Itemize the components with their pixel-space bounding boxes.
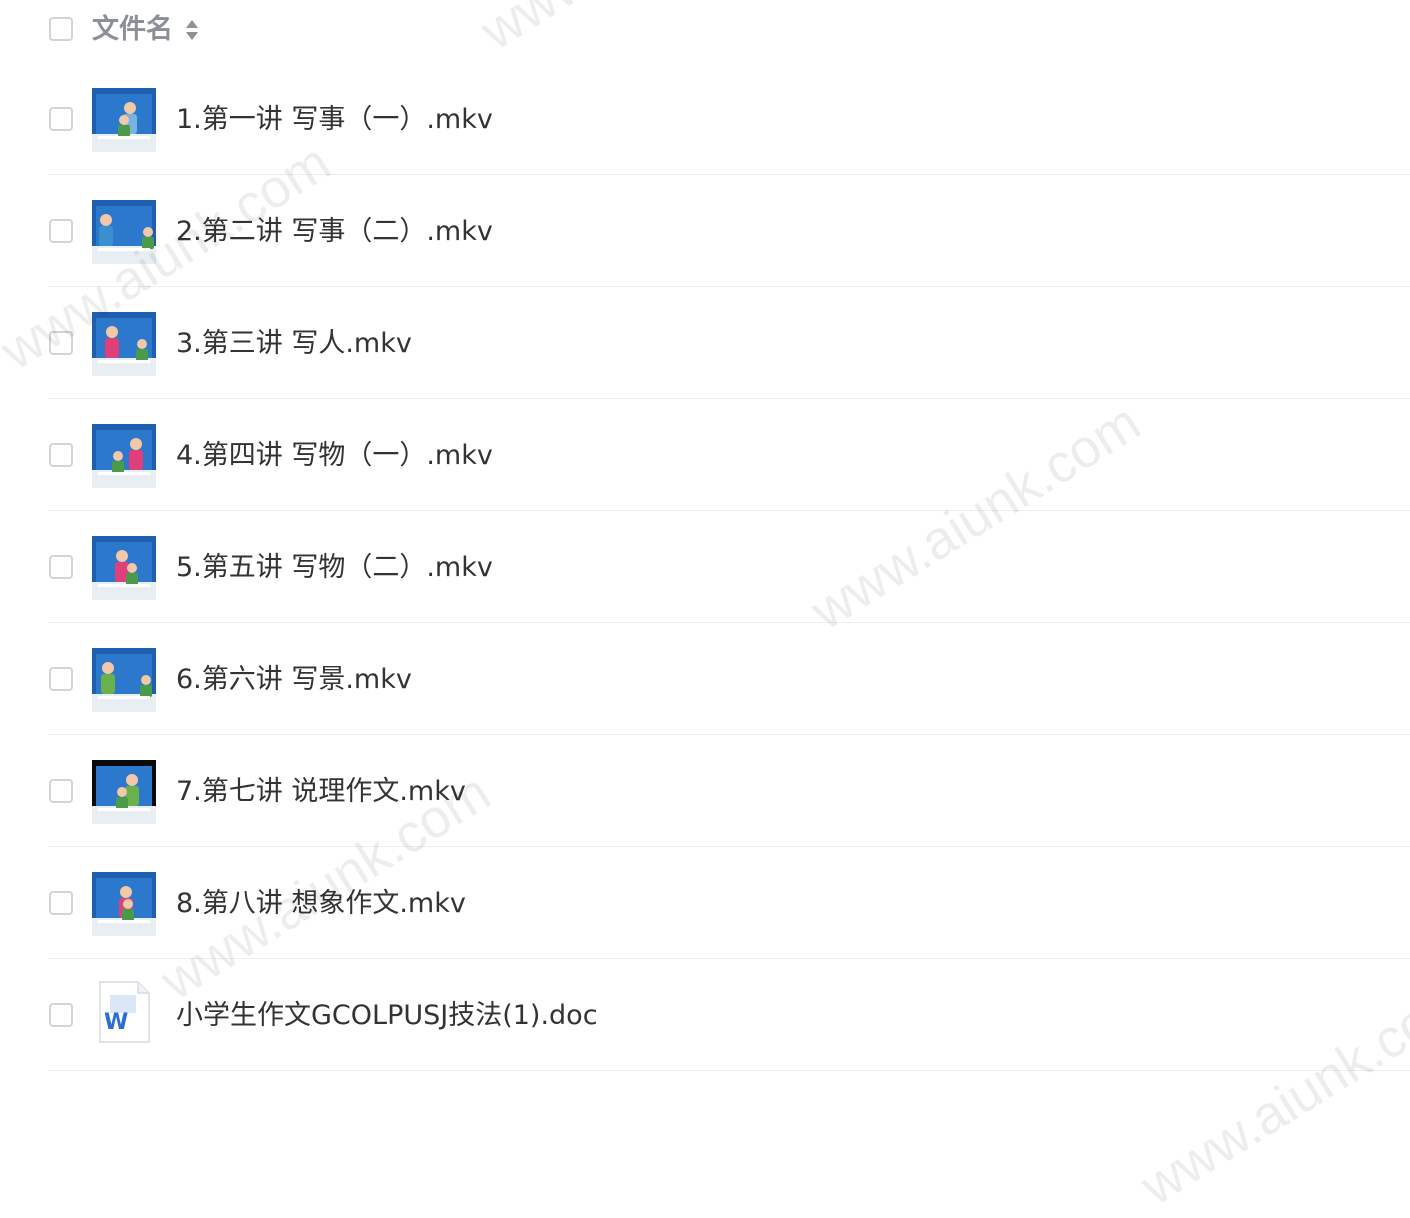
video-thumbnail[interactable] (92, 760, 156, 824)
file-name[interactable]: 2.第二讲 写事（二）.mkv (176, 212, 493, 252)
row-checkbox[interactable] (49, 219, 73, 243)
video-thumbnail[interactable] (92, 424, 156, 488)
file-name[interactable]: 6.第六讲 写景.mkv (176, 660, 412, 700)
row-checkbox[interactable] (49, 443, 73, 467)
row-checkbox[interactable] (49, 331, 73, 355)
file-name[interactable]: 8.第八讲 想象作文.mkv (176, 884, 466, 924)
row-checkbox[interactable] (49, 107, 73, 131)
file-name[interactable]: 4.第四讲 写物（一）.mkv (176, 436, 493, 476)
file-list-header: 文件名 (0, 0, 1410, 62)
file-row[interactable]: 3.第三讲 写人.mkv (48, 287, 1410, 399)
file-row[interactable]: 1.第一讲 写事（一）.mkv (48, 63, 1410, 175)
video-thumbnail[interactable] (92, 88, 156, 152)
video-thumbnail[interactable] (92, 872, 156, 936)
row-checkbox[interactable] (49, 667, 73, 691)
video-thumbnail[interactable] (92, 312, 156, 376)
file-name[interactable]: 3.第三讲 写人.mkv (176, 324, 412, 364)
file-row[interactable]: 7.第七讲 说理作文.mkv (48, 735, 1410, 847)
file-list: 1.第一讲 写事（一）.mkv 2.第二讲 写事（二）.mkv 3.第三讲 写人.m… (0, 63, 1410, 1071)
svg-text:W: W (104, 1010, 128, 1035)
row-checkbox[interactable] (49, 891, 73, 915)
file-row[interactable]: W 小学生作文GCOLPUSJ技法(1).doc (48, 959, 1410, 1071)
file-row[interactable]: 6.第六讲 写景.mkv (48, 623, 1410, 735)
file-name[interactable]: 1.第一讲 写事（一）.mkv (176, 100, 493, 140)
video-thumbnail[interactable] (92, 648, 156, 712)
file-name[interactable]: 5.第五讲 写物（二）.mkv (176, 548, 493, 588)
file-row[interactable]: 8.第八讲 想象作文.mkv (48, 847, 1410, 959)
video-thumbnail[interactable] (92, 536, 156, 600)
file-name[interactable]: 7.第七讲 说理作文.mkv (176, 772, 466, 812)
video-thumbnail[interactable] (92, 200, 156, 264)
file-row[interactable]: 4.第四讲 写物（一）.mkv (48, 399, 1410, 511)
file-name[interactable]: 小学生作文GCOLPUSJ技法(1).doc (176, 996, 598, 1036)
row-checkbox[interactable] (49, 779, 73, 803)
file-row[interactable]: 5.第五讲 写物（二）.mkv (48, 511, 1410, 623)
word-document-icon[interactable]: W (98, 981, 150, 1043)
column-header-filename[interactable]: 文件名 (92, 12, 173, 48)
sort-icon[interactable] (185, 18, 199, 42)
row-checkbox[interactable] (49, 555, 73, 579)
file-row[interactable]: 2.第二讲 写事（二）.mkv (48, 175, 1410, 287)
select-all-checkbox[interactable] (49, 17, 73, 41)
row-checkbox[interactable] (49, 1003, 73, 1027)
